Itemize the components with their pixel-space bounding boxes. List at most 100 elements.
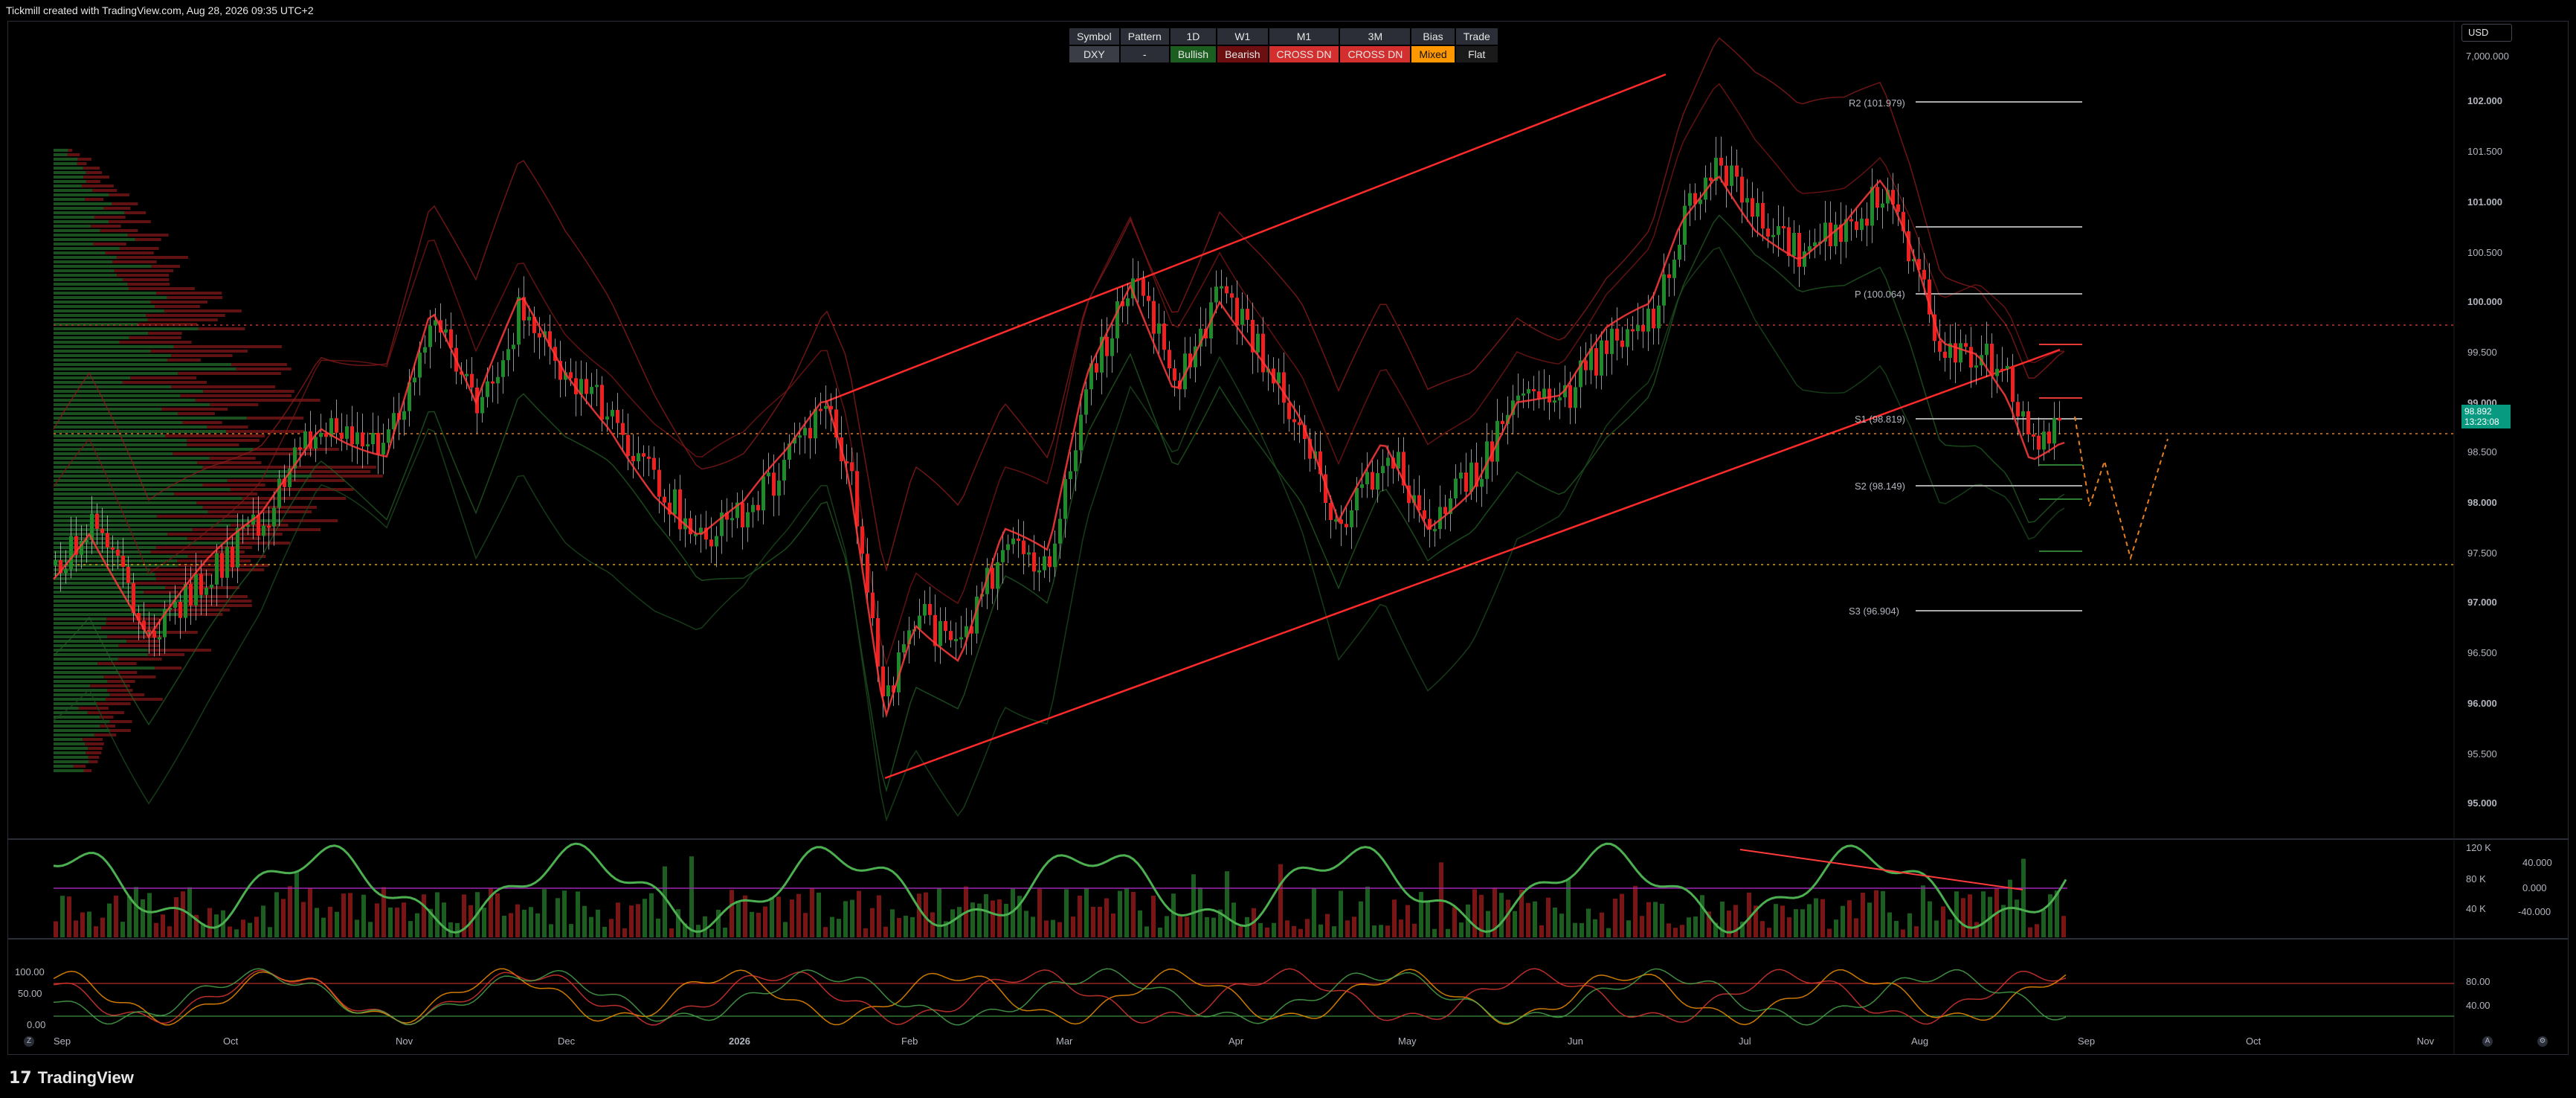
candle-body xyxy=(1672,260,1676,278)
candle-body xyxy=(277,478,281,508)
candle-body xyxy=(642,453,645,457)
chart-canvas[interactable] xyxy=(0,0,2576,1098)
volume-profile-bar xyxy=(54,689,108,692)
volume-bar xyxy=(2028,927,2032,937)
time-tick: Feb xyxy=(901,1036,918,1047)
currency-selector[interactable]: USD xyxy=(2461,24,2512,42)
last-price-tag: 98.892 13:23:08 xyxy=(2461,405,2511,428)
auto-scale-icon[interactable]: A xyxy=(2482,1036,2493,1047)
volume-profile-bar xyxy=(119,247,159,250)
volume-profile-bar xyxy=(171,385,276,388)
volume-bar xyxy=(1426,902,1430,937)
volume-profile-bar xyxy=(54,528,193,531)
volume-profile-bar xyxy=(122,381,207,384)
volume-bar xyxy=(1606,928,1611,937)
volume-profile-bar xyxy=(54,506,203,509)
volume-bar xyxy=(1405,905,1410,937)
brand-name: TradingView xyxy=(37,1068,134,1087)
volume-bar xyxy=(375,903,379,937)
candle-body xyxy=(1220,286,1223,289)
candle-body xyxy=(1298,422,1301,426)
volume-bar xyxy=(817,892,821,937)
volume-profile-bar xyxy=(54,488,231,491)
volume-profile-bar xyxy=(54,247,120,250)
candle-body xyxy=(1017,538,1020,541)
timezone-icon[interactable]: Z xyxy=(24,1036,34,1047)
volume-bar xyxy=(636,904,640,937)
candle-body xyxy=(381,443,385,455)
volume-profile-bar xyxy=(54,336,129,339)
settings-icon[interactable]: ⚙ xyxy=(2537,1036,2548,1047)
volume-profile-bar xyxy=(97,702,131,705)
volume-bar xyxy=(1131,891,1136,937)
pivot-p-label: P (100.064) xyxy=(1855,289,1905,300)
volume-profile-bar xyxy=(202,506,318,509)
volume-profile-bar xyxy=(127,283,170,286)
candle-body xyxy=(1464,472,1468,492)
candle-body xyxy=(1667,274,1671,278)
price-tick: 98.000 xyxy=(2467,497,2497,508)
candle-body xyxy=(1787,227,1791,257)
candle-body xyxy=(116,549,120,556)
volume-bar xyxy=(1573,922,1577,937)
candle-body xyxy=(1938,341,1942,352)
volume-profile-bar xyxy=(124,211,146,214)
volume-profile-bar xyxy=(54,171,86,174)
volume-bar xyxy=(1432,928,1437,937)
candle-body xyxy=(147,629,151,632)
volume-profile-bar xyxy=(54,524,231,527)
volume-bar xyxy=(1071,916,1075,937)
candle-body xyxy=(1443,507,1447,514)
volume-bar xyxy=(1633,885,1638,937)
candle-body xyxy=(1365,472,1369,485)
volume-bar xyxy=(1941,906,1945,937)
candle-body xyxy=(1173,368,1176,381)
candle-body xyxy=(1126,298,1130,306)
volume-profile-bar xyxy=(106,622,161,625)
volume-bar xyxy=(161,914,165,937)
candle-body xyxy=(1574,387,1577,408)
volume-profile-bar xyxy=(54,412,178,415)
candle-body xyxy=(1074,450,1078,472)
volume-bar xyxy=(60,896,65,937)
volume-bar xyxy=(1934,920,1939,937)
volume-profile-bar xyxy=(155,573,213,576)
candle-body xyxy=(1636,324,1640,332)
candle-body xyxy=(626,434,630,456)
time-tick: Dec xyxy=(558,1036,576,1047)
volume-bar xyxy=(1620,893,1624,937)
time-tick: Aug xyxy=(1911,1036,1929,1047)
candle-body xyxy=(387,429,390,443)
volume-profile-bar xyxy=(54,707,79,710)
volume-bar xyxy=(756,913,761,937)
candle-body xyxy=(1011,538,1015,545)
candle-body xyxy=(673,489,677,515)
candle-body xyxy=(465,373,468,376)
volume-bar xyxy=(743,895,747,937)
volume-bar xyxy=(435,892,439,937)
volume-profile-bar xyxy=(88,760,98,763)
volume-profile-bar xyxy=(85,742,104,745)
volume-bar xyxy=(335,911,339,937)
volume-profile-bar xyxy=(54,229,100,232)
time-tick: 2026 xyxy=(729,1036,750,1047)
volume-profile-bar xyxy=(54,546,156,549)
volume-bar xyxy=(1820,899,1825,937)
tradingview-logo[interactable]: 𝟭𝟳 TradingView xyxy=(9,1068,134,1088)
volume-profile-bar xyxy=(54,417,247,420)
candle-body xyxy=(1615,328,1619,341)
candle-body xyxy=(178,602,182,618)
volume-profile-bar xyxy=(54,738,83,741)
candle-body xyxy=(1350,510,1353,527)
volume-bar xyxy=(522,909,527,937)
volume-profile-bar xyxy=(54,367,236,370)
volume-bar xyxy=(535,913,540,937)
candle-body xyxy=(1860,218,1864,231)
volume-bar xyxy=(127,896,132,937)
volume-profile-bar xyxy=(129,336,181,339)
volume-profile-bar xyxy=(54,537,187,540)
volume-bar xyxy=(837,919,841,937)
candle-body xyxy=(100,528,104,533)
volume-bar xyxy=(1513,911,1517,937)
price-tick: 98.500 xyxy=(2467,446,2497,458)
